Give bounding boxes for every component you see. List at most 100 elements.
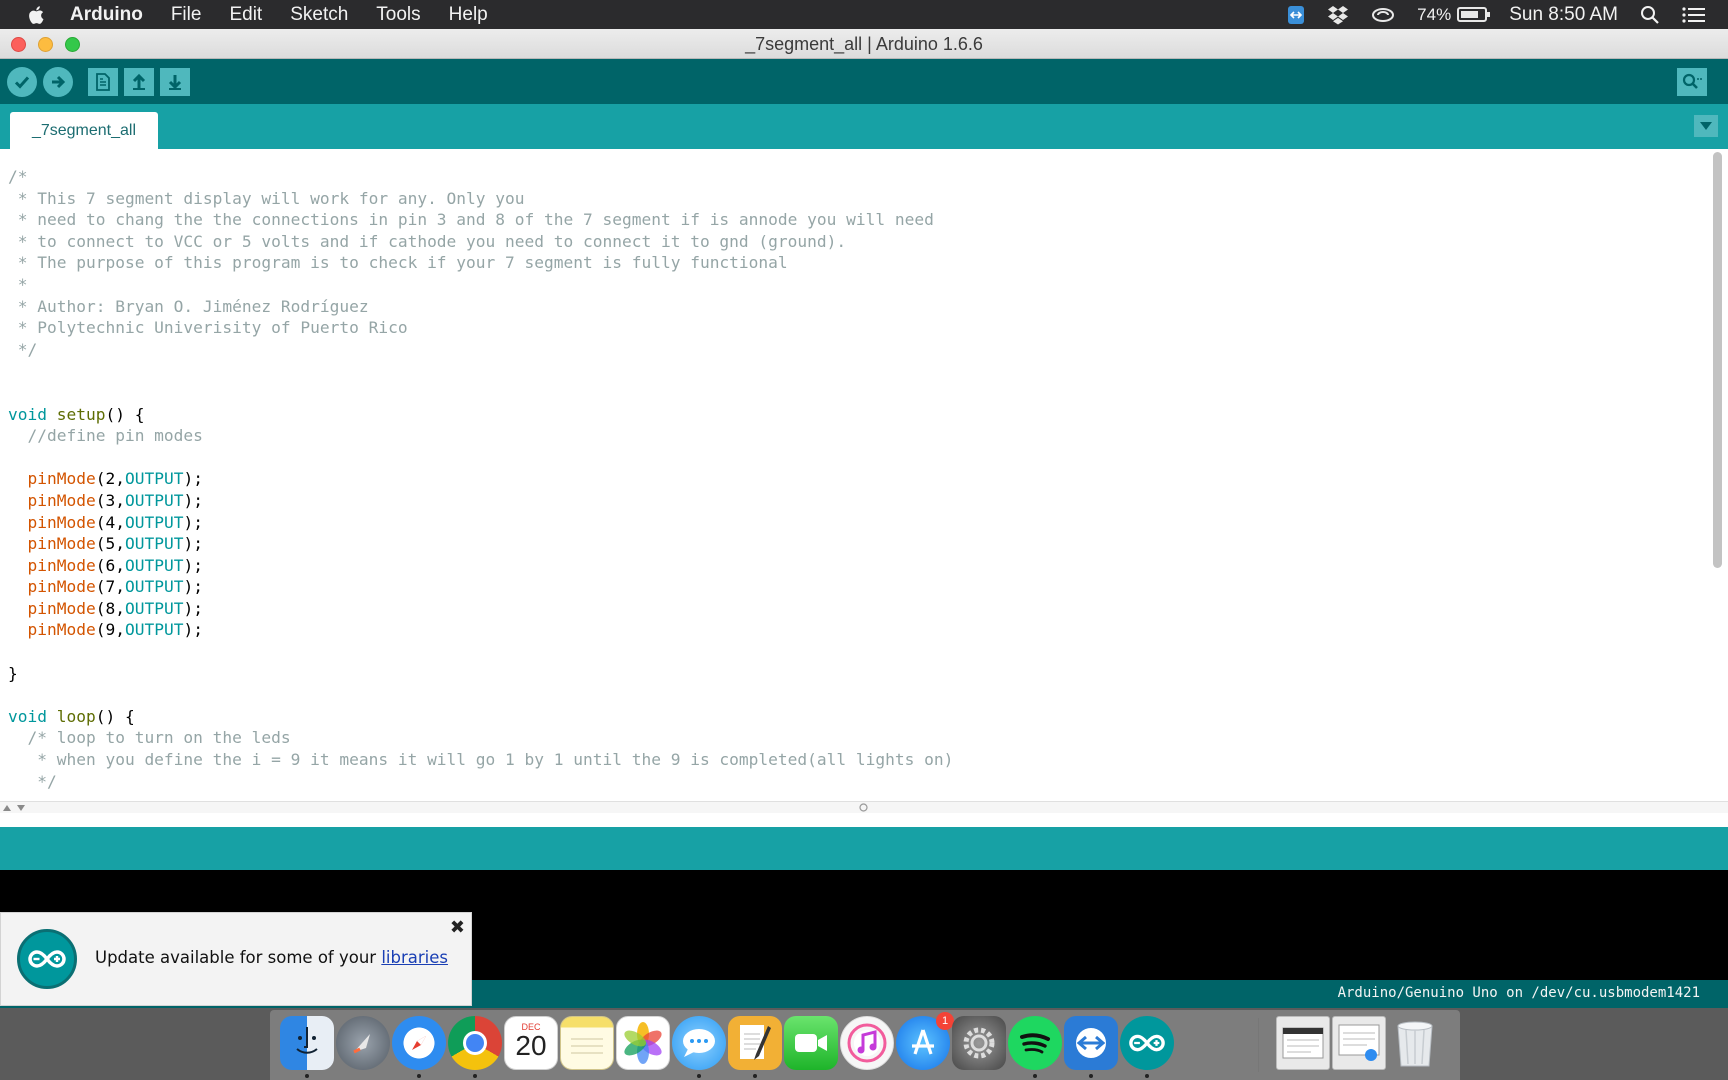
- code-line[interactable]: void setup() {: [8, 404, 953, 426]
- calendar-day: 20: [515, 1030, 547, 1061]
- open-sketch-button[interactable]: [124, 68, 154, 96]
- menu-sketch[interactable]: Sketch: [290, 4, 348, 26]
- trash-icon[interactable]: [1388, 1016, 1442, 1070]
- launchpad-icon[interactable]: [336, 1016, 390, 1070]
- dock: DEC 20 1: [270, 1010, 1460, 1080]
- magnifier-icon: [1682, 73, 1702, 89]
- messages-icon[interactable]: [672, 1016, 726, 1070]
- pages-icon[interactable]: [728, 1016, 782, 1070]
- code-line[interactable]: pinMode(5,OUTPUT);: [8, 533, 953, 555]
- code-line[interactable]: */: [8, 771, 953, 793]
- app-store-icon[interactable]: 1: [896, 1012, 954, 1070]
- verify-button[interactable]: [7, 67, 37, 97]
- documents-stack-icon[interactable]: [1332, 1016, 1386, 1070]
- arduino-dock-icon[interactable]: [1120, 1016, 1174, 1070]
- tab-7segment-all[interactable]: _7segment_all: [10, 112, 158, 149]
- apple-icon[interactable]: [26, 4, 48, 26]
- new-sketch-button[interactable]: [88, 68, 118, 96]
- checkmark-icon: [14, 76, 30, 89]
- code-line[interactable]: pinMode(7,OUTPUT);: [8, 576, 953, 598]
- tab-menu-button[interactable]: [1694, 115, 1718, 137]
- code-line[interactable]: [8, 360, 953, 382]
- code-text[interactable]: /* * This 7 segment display will work fo…: [8, 166, 953, 792]
- calendar-icon[interactable]: DEC 20: [504, 1016, 558, 1070]
- code-editor[interactable]: /* * This 7 segment display will work fo…: [0, 149, 1728, 813]
- triangle-down-icon: [1700, 122, 1712, 130]
- arrow-right-icon: [52, 75, 66, 89]
- code-line[interactable]: * The purpose of this program is to chec…: [8, 252, 953, 274]
- code-line[interactable]: [8, 641, 953, 663]
- toolbar: [0, 59, 1728, 104]
- menu-help[interactable]: Help: [449, 4, 488, 26]
- update-notification: Update available for some of your librar…: [0, 912, 472, 1006]
- safari-icon[interactable]: [392, 1016, 446, 1070]
- code-line[interactable]: * Polytechnic Univerisity of Puerto Rico: [8, 317, 953, 339]
- code-line[interactable]: */: [8, 339, 953, 361]
- teamviewer-tray-icon[interactable]: [1287, 5, 1305, 25]
- spotlight-search-icon[interactable]: [1640, 5, 1660, 25]
- arduino-logo-icon: [17, 929, 77, 989]
- battery-status[interactable]: 74%: [1417, 4, 1491, 25]
- upload-button[interactable]: [43, 67, 73, 97]
- code-line[interactable]: * need to chang the the connections in p…: [8, 209, 953, 231]
- board-port-label: Arduino/Genuino Uno on /dev/cu.usbmodem1…: [1337, 985, 1700, 1001]
- resize-handle-icon[interactable]: [859, 803, 868, 812]
- code-line[interactable]: void loop() {: [8, 706, 953, 728]
- code-line[interactable]: //define pin modes: [8, 425, 953, 447]
- split-arrows-icon[interactable]: [2, 804, 26, 812]
- close-notification-button[interactable]: ✖: [450, 917, 465, 938]
- arrow-up-icon: [132, 73, 146, 90]
- code-line[interactable]: [8, 447, 953, 469]
- finder-icon[interactable]: [280, 1016, 334, 1070]
- notification-message: Update available for some of your librar…: [95, 948, 448, 967]
- code-line[interactable]: pinMode(3,OUTPUT);: [8, 490, 953, 512]
- spotify-icon[interactable]: [1008, 1016, 1062, 1070]
- teamviewer-icon[interactable]: [1064, 1016, 1118, 1070]
- code-line[interactable]: *: [8, 274, 953, 296]
- notification-center-icon[interactable]: [1682, 6, 1706, 24]
- itunes-icon[interactable]: [840, 1016, 894, 1070]
- menu-edit[interactable]: Edit: [229, 4, 262, 26]
- battery-icon: [1457, 7, 1491, 22]
- save-sketch-button[interactable]: [160, 68, 190, 96]
- code-line[interactable]: * This 7 segment display will work for a…: [8, 188, 953, 210]
- downloads-stack-icon[interactable]: [1276, 1016, 1330, 1070]
- notes-icon[interactable]: [560, 1016, 614, 1070]
- menu-app-arduino[interactable]: Arduino: [70, 4, 143, 26]
- dropbox-tray-icon[interactable]: [1327, 5, 1349, 25]
- battery-percent: 74%: [1417, 4, 1452, 24]
- code-line[interactable]: pinMode(2,OUTPUT);: [8, 468, 953, 490]
- code-line[interactable]: /*: [8, 166, 953, 188]
- code-line[interactable]: [8, 382, 953, 404]
- system-preferences-icon[interactable]: [952, 1016, 1006, 1070]
- code-line[interactable]: * when you define the i = 9 it means it …: [8, 749, 953, 771]
- code-line[interactable]: pinMode(4,OUTPUT);: [8, 512, 953, 534]
- editor-bottom-bar: [0, 801, 1728, 813]
- serial-monitor-button[interactable]: [1677, 68, 1707, 96]
- new-file-icon: [96, 73, 110, 91]
- dock-separator: [1258, 1018, 1259, 1072]
- code-line[interactable]: * Author: Bryan O. Jiménez Rodríguez: [8, 296, 953, 318]
- vertical-scrollbar[interactable]: [1713, 152, 1722, 568]
- sync-tray-icon[interactable]: [1371, 6, 1395, 24]
- code-line[interactable]: pinMode(8,OUTPUT);: [8, 598, 953, 620]
- window-titlebar: _7segment_all | Arduino 1.6.6: [0, 29, 1728, 59]
- tab-bar: _7segment_all: [0, 104, 1728, 149]
- libraries-link[interactable]: libraries: [381, 948, 448, 967]
- menu-tools[interactable]: Tools: [376, 4, 420, 26]
- chrome-icon[interactable]: [448, 1016, 502, 1070]
- arrow-down-icon: [168, 75, 182, 90]
- code-line[interactable]: * to connect to VCC or 5 volts and if ca…: [8, 231, 953, 253]
- clock[interactable]: Sun 8:50 AM: [1509, 4, 1618, 26]
- menu-file[interactable]: File: [171, 4, 202, 26]
- facetime-icon[interactable]: [784, 1016, 838, 1070]
- code-line[interactable]: pinMode(6,OUTPUT);: [8, 555, 953, 577]
- message-bar: [0, 813, 1728, 870]
- code-line[interactable]: /* loop to turn on the leds: [8, 727, 953, 749]
- code-line[interactable]: }: [8, 663, 953, 685]
- notification-text: Update available for some of your: [95, 948, 382, 967]
- menu-bar: Arduino File Edit Sketch Tools Help 74% …: [0, 0, 1728, 29]
- code-line[interactable]: pinMode(9,OUTPUT);: [8, 619, 953, 641]
- photos-icon[interactable]: [616, 1016, 670, 1070]
- code-line[interactable]: [8, 684, 953, 706]
